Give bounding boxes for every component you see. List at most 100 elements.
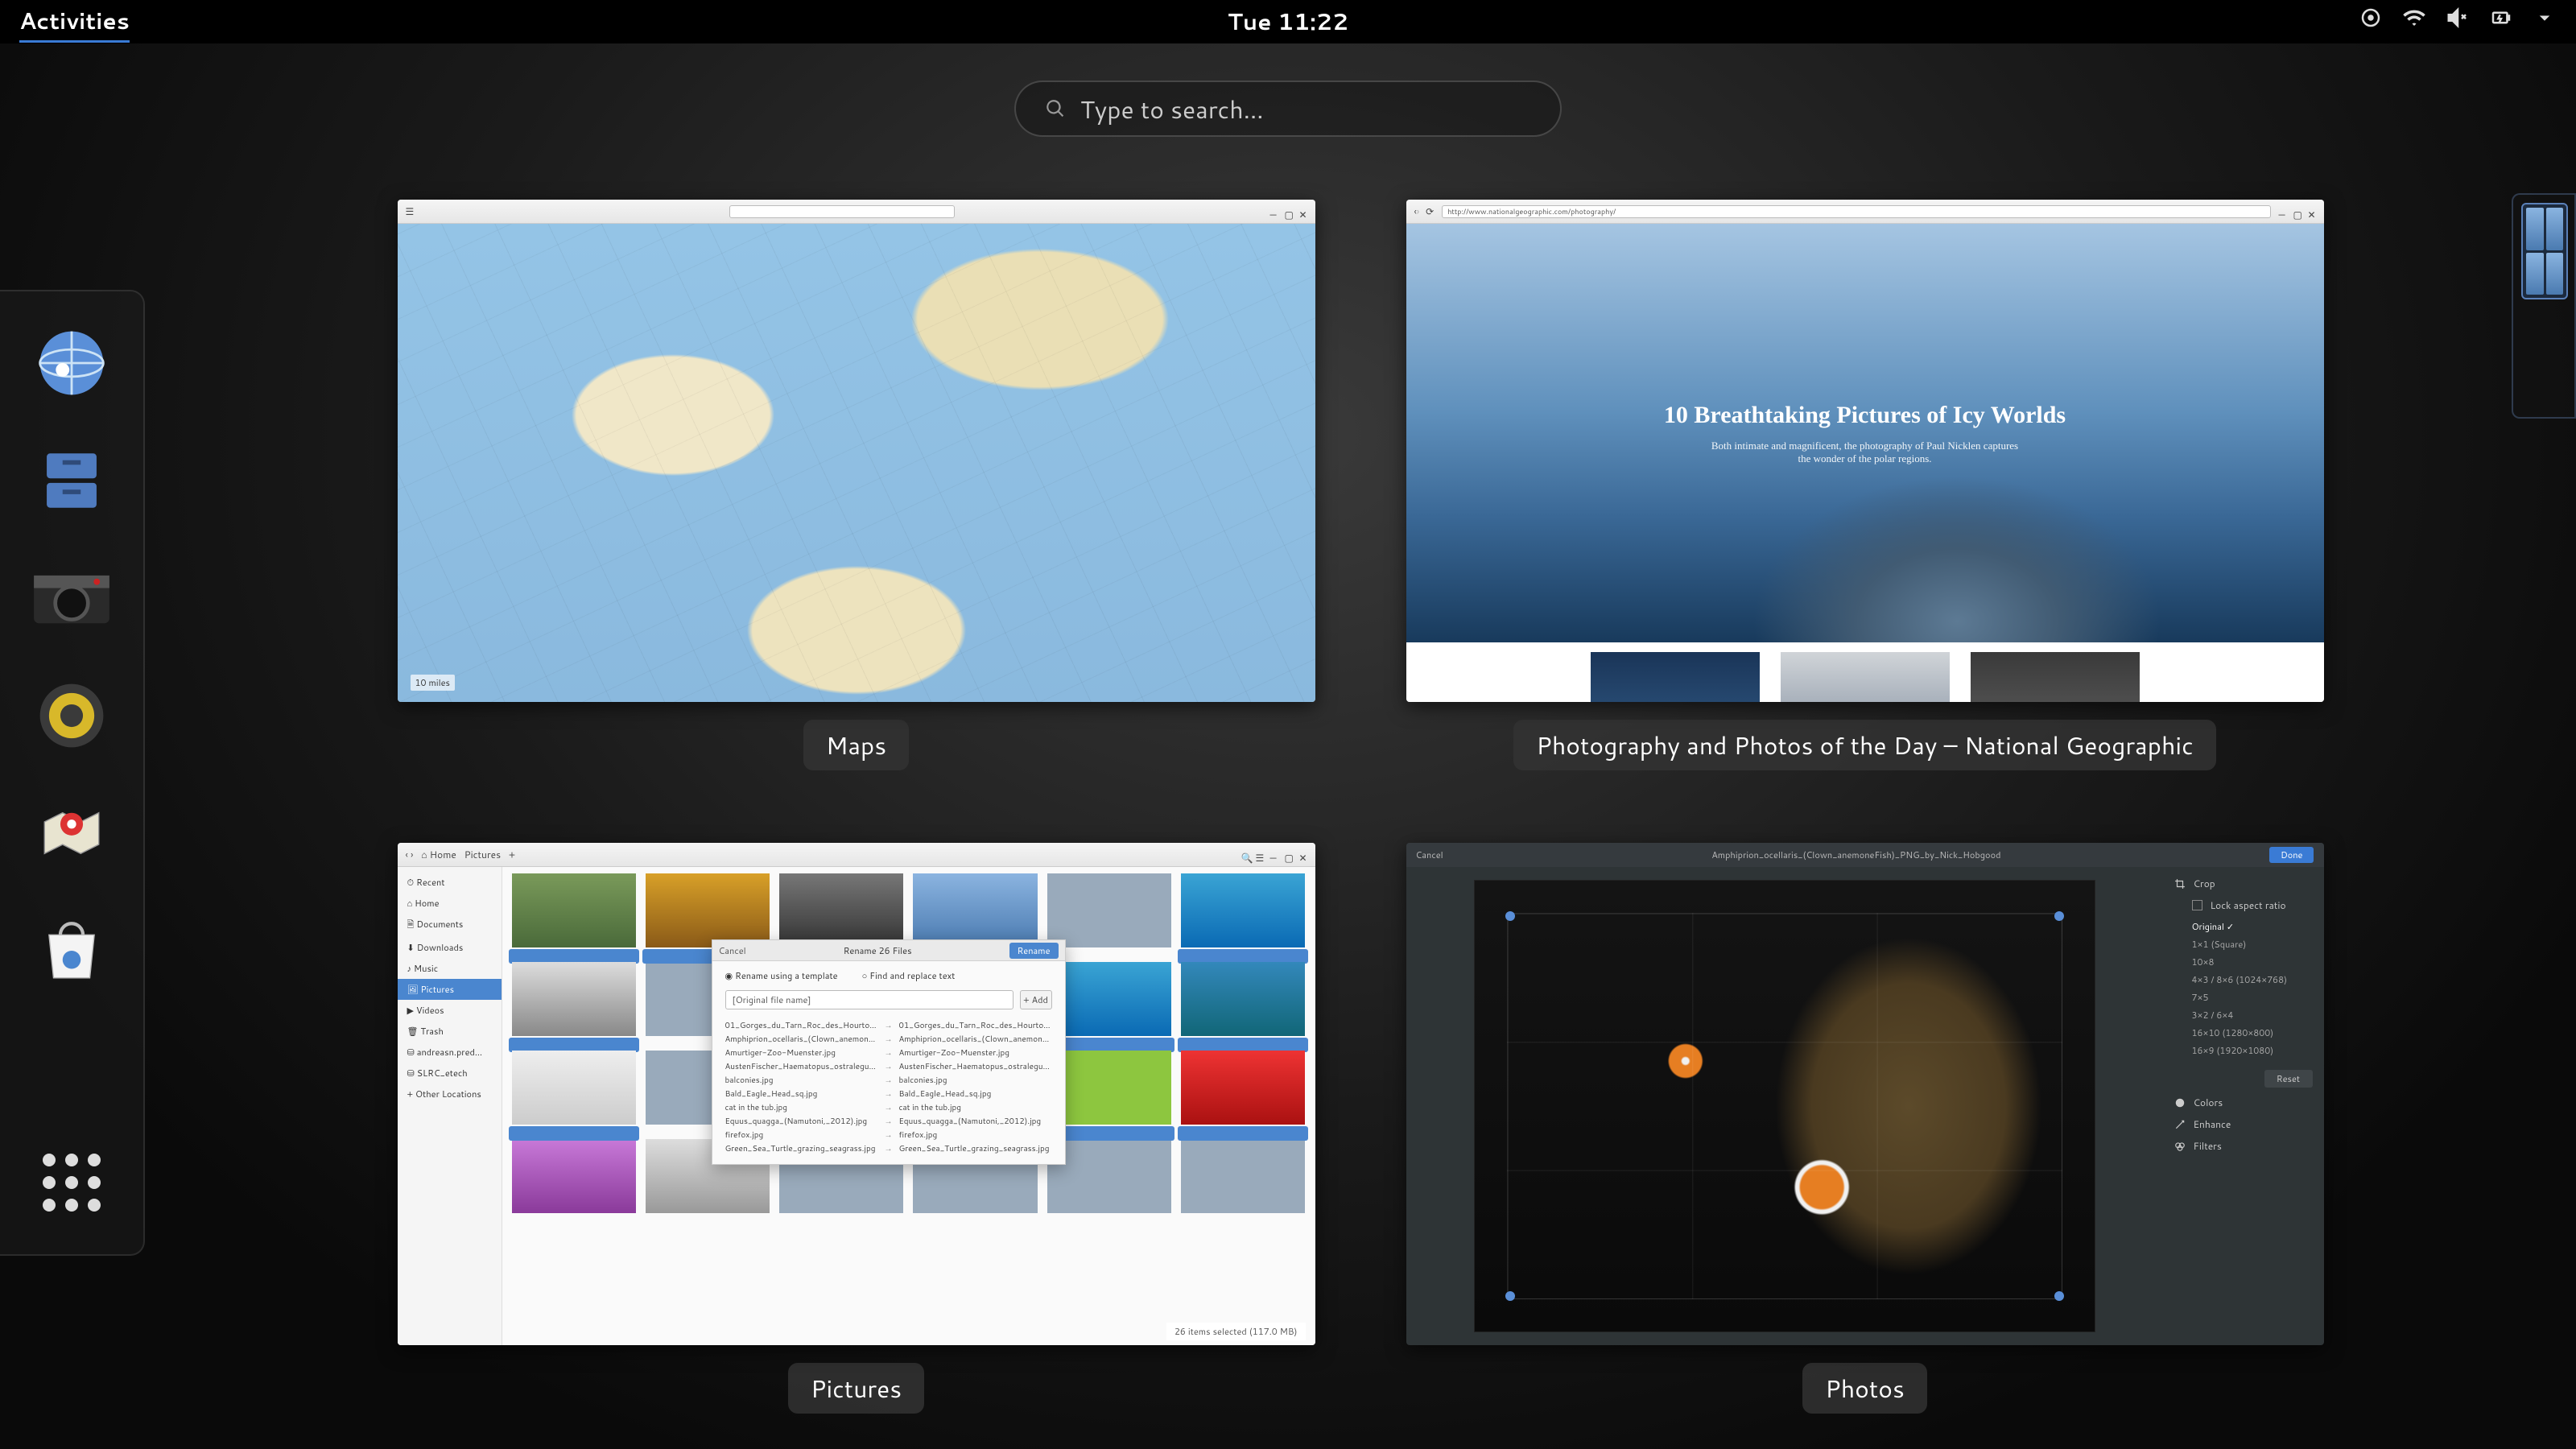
clock[interactable]: Tue 11:22 — [1228, 6, 1348, 38]
ratio-10x8[interactable]: 10×8 — [2192, 956, 2313, 968]
ratio-16x10[interactable]: 16×10 (1280×800) — [2192, 1026, 2313, 1039]
search-container: Type to search… — [1014, 80, 1562, 137]
maps-titlebar: ☰ —▢✕ — [398, 200, 1315, 224]
ratio-original[interactable]: Original ✓ — [2192, 920, 2313, 933]
window-controls: 🔍 ☰—▢✕ — [1241, 851, 1307, 859]
sidebar-item-remote[interactable]: ⛁ andreasn.pred… — [398, 1042, 502, 1063]
search-placeholder: Type to search… — [1080, 92, 1264, 126]
radio-template[interactable]: ◉ Rename using a template — [725, 969, 838, 982]
workspace-thumbnail-1[interactable] — [2521, 203, 2568, 299]
dash-item-files[interactable] — [23, 428, 120, 533]
photos-done-button[interactable]: Done — [2269, 847, 2314, 863]
rename-cancel-button[interactable]: Cancel — [719, 944, 746, 957]
wand-icon — [2174, 1119, 2186, 1130]
dash-item-software[interactable] — [23, 898, 120, 1003]
sidebar-item-pictures[interactable]: 🖼 Pictures — [398, 979, 502, 1000]
hamburger-icon: ☰ — [406, 204, 415, 218]
hero-subtitle: Both intimate and magnificent, the photo… — [1704, 440, 2026, 465]
window-browser[interactable]: ‹ › ⟳ http://www.nationalgeographic.com/… — [1395, 200, 2334, 774]
ratio-7x5[interactable]: 7×5 — [2192, 991, 2313, 1004]
search-icon: 🔍 — [1241, 851, 1249, 859]
show-applications-button[interactable] — [23, 1130, 120, 1235]
panel-lock-aspect[interactable]: Lock aspect ratio — [2174, 898, 2313, 912]
browser-gallery — [1406, 642, 2324, 702]
files-sidebar: ⏱ Recent ⌂ Home 🗎 Documents ⬇ Downloads … — [398, 867, 502, 1345]
dash-item-maps[interactable] — [23, 781, 120, 886]
rename-dialog: Cancel Rename 26 Files Rename ◉ Rename u… — [712, 939, 1066, 1165]
search-input[interactable]: Type to search… — [1014, 80, 1562, 137]
crop-handle-br[interactable] — [2054, 1291, 2064, 1301]
reload-icon: ⟳ — [1426, 204, 1434, 218]
files-main: 26 items selected (117.0 MB) Cancel Rena… — [502, 867, 1315, 1345]
window-files[interactable]: ‹ › ⌂ Home Pictures + 🔍 ☰—▢✕ ⏱ Recent ⌂ … — [386, 843, 1326, 1417]
window-thumbnail-photos[interactable]: Cancel Amphiprion_ocellaris_(Clown_anemo… — [1406, 843, 2324, 1345]
crop-handle-tr[interactable] — [2054, 911, 2064, 921]
globe-icon — [31, 323, 112, 403]
file-cabinet-icon — [31, 440, 112, 521]
shopping-bag-icon — [31, 910, 112, 991]
panel-enhance[interactable]: Enhance — [2174, 1117, 2313, 1131]
sidebar-item-other[interactable]: + Other Locations — [398, 1084, 502, 1104]
volume-muted-icon — [2446, 6, 2470, 38]
ratio-4x3[interactable]: 4×3 / 8×6 (1024×768) — [2192, 973, 2313, 986]
sidebar-item-documents[interactable]: 🗎 Documents — [398, 914, 502, 937]
status-area[interactable] — [2359, 6, 2557, 38]
ratio-1x1[interactable]: 1×1 (Square) — [2192, 938, 2313, 951]
window-maps[interactable]: ☰ —▢✕ 10 miles Maps — [386, 200, 1326, 774]
dash-item-camera[interactable] — [23, 546, 120, 650]
speaker-icon — [31, 675, 112, 756]
map-scale: 10 miles — [411, 675, 456, 691]
panel-crop[interactable]: Crop — [2174, 877, 2313, 890]
window-thumbnail-browser[interactable]: ‹ › ⟳ http://www.nationalgeographic.com/… — [1406, 200, 2324, 702]
window-title-maps: Maps — [803, 720, 909, 770]
panel-filters[interactable]: Filters — [2174, 1139, 2313, 1153]
window-photos[interactable]: Cancel Amphiprion_ocellaris_(Clown_anemo… — [1395, 843, 2334, 1417]
search-icon — [1045, 98, 1066, 119]
map-canvas: 10 miles — [398, 224, 1315, 702]
window-title-photos: Photos — [1802, 1363, 1927, 1414]
sidebar-item-slrc[interactable]: ⛁ SLRC_etech — [398, 1063, 502, 1084]
ratio-3x2[interactable]: 3×2 / 6×4 — [2192, 1009, 2313, 1022]
overview-grid: ☰ —▢✕ 10 miles Maps ‹ › ⟳ http://www.nat… — [386, 200, 2334, 1417]
crop-handle-tl[interactable] — [1505, 911, 1515, 921]
palette-icon — [2174, 1097, 2186, 1108]
sidebar-item-home[interactable]: ⌂ Home — [398, 893, 502, 914]
rename-dialog-title: Rename 26 Files — [844, 944, 912, 957]
photos-cancel-button[interactable]: Cancel — [1416, 848, 1443, 861]
window-title-browser: Photography and Photos of the Day – Nati… — [1513, 720, 2216, 770]
checkbox-icon — [2192, 900, 2202, 910]
top-bar: Activities Tue 11:22 — [0, 0, 2576, 43]
sidebar-item-recent[interactable]: ⏱ Recent — [398, 872, 502, 893]
filters-icon — [2174, 1141, 2186, 1152]
radio-replace[interactable]: ○ Find and replace text — [862, 969, 956, 982]
rename-template-input[interactable]: [Original file name] — [725, 990, 1013, 1009]
ratio-16x9[interactable]: 16×9 (1920×1080) — [2192, 1044, 2313, 1057]
rename-preview-list: 01_Gorges_du_Tarn_Roc_des_Hourtous.j…→01… — [712, 1016, 1065, 1164]
panel-reset-button[interactable]: Reset — [2264, 1070, 2313, 1088]
photos-canvas[interactable] — [1475, 881, 2095, 1331]
sidebar-item-trash[interactable]: 🗑 Trash — [398, 1021, 502, 1042]
map-marker-icon — [31, 793, 112, 873]
browser-hero: 10 Breathtaking Pictures of Icy Worlds B… — [1406, 224, 2324, 642]
hero-title: 10 Breathtaking Pictures of Icy Worlds — [1664, 402, 2066, 428]
rename-confirm-button[interactable]: Rename — [1009, 943, 1059, 959]
sidebar-item-music[interactable]: ♪ Music — [398, 958, 502, 979]
workspace-switcher[interactable] — [2512, 193, 2576, 419]
files-headerbar: ‹ › ⌂ Home Pictures + 🔍 ☰—▢✕ — [398, 843, 1315, 867]
maps-search-field — [729, 205, 955, 218]
crop-handle-bl[interactable] — [1505, 1291, 1515, 1301]
browser-toolbar: ‹ › ⟳ http://www.nationalgeographic.com/… — [1406, 200, 2324, 224]
apps-grid-icon — [43, 1154, 101, 1212]
wifi-icon — [2402, 6, 2426, 38]
sidebar-item-downloads[interactable]: ⬇ Downloads — [398, 937, 502, 958]
dash-item-music[interactable] — [23, 663, 120, 768]
window-controls: —▢✕ — [1270, 208, 1307, 216]
activities-button[interactable]: Activities — [19, 5, 130, 43]
panel-colors[interactable]: Colors — [2174, 1096, 2313, 1109]
crop-icon — [2174, 878, 2186, 890]
rename-add-button[interactable]: + Add — [1020, 990, 1052, 1009]
dash-item-web[interactable] — [23, 311, 120, 415]
sidebar-item-videos[interactable]: ▶ Videos — [398, 1000, 502, 1021]
window-thumbnail-files[interactable]: ‹ › ⌂ Home Pictures + 🔍 ☰—▢✕ ⏱ Recent ⌂ … — [398, 843, 1315, 1345]
window-thumbnail-maps[interactable]: ☰ —▢✕ 10 miles — [398, 200, 1315, 702]
